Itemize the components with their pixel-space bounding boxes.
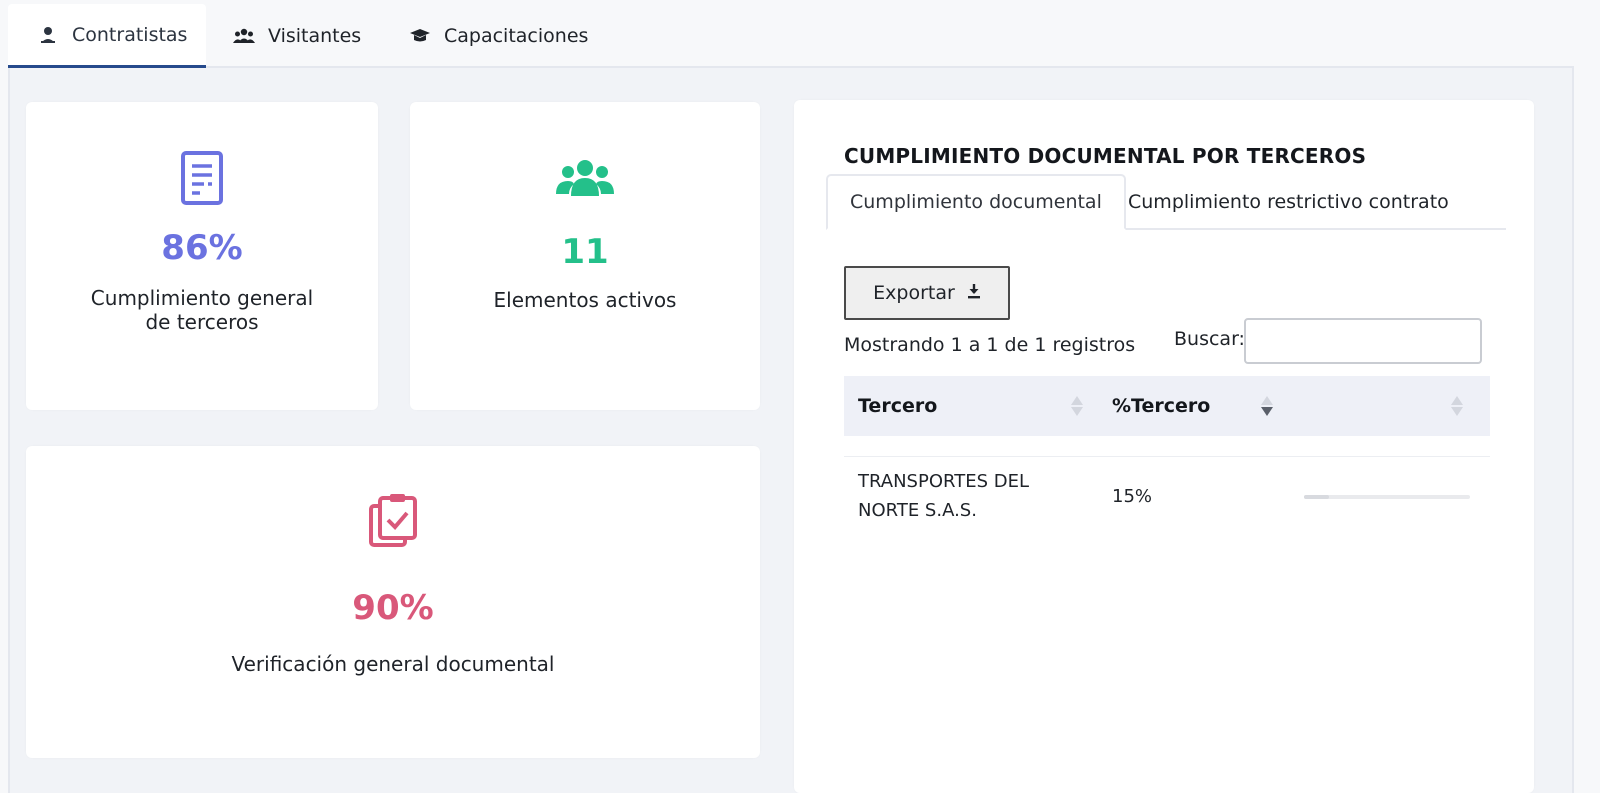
tercero-line2: NORTE S.A.S. [858, 500, 977, 521]
tab-cumplimiento-restrictivo[interactable]: Cumplimiento restrictivo contrato [1128, 174, 1449, 230]
main-content: 86% Cumplimiento general de terceros 11 … [8, 68, 1574, 793]
compliance-label-line1: Cumplimiento general [90, 286, 314, 310]
stat-card-verificacion: 90% Verificación general documental [26, 446, 760, 758]
document-icon [180, 150, 224, 210]
compliance-panel: CUMPLIMIENTO DOCUMENTAL POR TERCEROS Cum… [794, 100, 1534, 793]
cell-percent: 15% [1112, 486, 1153, 507]
tab-visitantes[interactable]: Visitantes [232, 4, 361, 68]
tercero-line1: TRANSPORTES DEL [858, 471, 1029, 492]
sort-icon[interactable] [1070, 394, 1084, 418]
tab-cumplimiento-documental[interactable]: Cumplimiento documental [826, 174, 1126, 230]
verification-value: 90% [352, 588, 434, 628]
cell-tercero: TRANSPORTES DEL NORTE S.A.S. [858, 467, 1029, 525]
sort-icon[interactable] [1450, 394, 1464, 418]
compliance-label-line2: de terceros [145, 310, 259, 334]
progress-fill [1304, 495, 1329, 499]
graduation-cap-icon [408, 24, 432, 48]
export-button[interactable]: Exportar [844, 266, 1010, 320]
tab-label: Capacitaciones [444, 25, 589, 47]
panel-title: CUMPLIMIENTO DOCUMENTAL POR TERCEROS [844, 144, 1367, 168]
compliance-value: 86% [161, 228, 243, 268]
export-label: Exportar [873, 282, 955, 304]
active-label: Elementos activos [493, 288, 677, 312]
tab-label: Visitantes [268, 25, 362, 47]
panel-tab-bar: Cumplimiento documental Cumplimiento res… [826, 174, 1506, 230]
active-value: 11 [561, 232, 609, 272]
people-icon [232, 24, 256, 48]
group-icon [556, 158, 614, 202]
stat-card-elementos-activos: 11 Elementos activos [410, 102, 760, 410]
clipboard-check-icon [368, 492, 418, 552]
column-header-porcentaje[interactable]: %Tercero [1112, 376, 1210, 436]
search-label: Buscar: [1174, 328, 1245, 350]
verification-label: Verificación general documental [231, 652, 555, 676]
sort-desc-icon[interactable] [1260, 394, 1274, 418]
person-icon [36, 23, 60, 47]
stat-card-cumplimiento: 86% Cumplimiento general de terceros [26, 102, 378, 410]
download-icon [967, 282, 981, 304]
tab-capacitaciones[interactable]: Capacitaciones [408, 4, 588, 68]
column-header-tercero[interactable]: Tercero [858, 376, 937, 436]
table-header: Tercero %Tercero [844, 376, 1490, 436]
records-info: Mostrando 1 a 1 de 1 registros [844, 334, 1136, 356]
table-row[interactable]: TRANSPORTES DEL NORTE S.A.S. 15% [844, 456, 1490, 540]
tab-contratistas[interactable]: Contratistas [8, 4, 206, 68]
top-tab-bar: Contratistas Visitantes Capacitaciones [8, 0, 1574, 68]
progress-bar [1304, 495, 1470, 499]
search-input[interactable] [1244, 318, 1482, 364]
tab-label: Contratistas [72, 23, 188, 46]
